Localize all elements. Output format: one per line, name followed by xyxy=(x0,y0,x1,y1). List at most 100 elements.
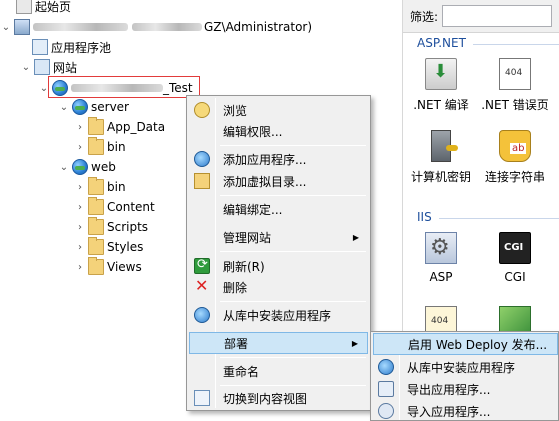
folder-icon xyxy=(88,237,104,255)
menu-separator xyxy=(220,195,366,196)
feature-label: .NET 编译 xyxy=(413,98,469,112)
chevron-right-icon[interactable]: › xyxy=(74,262,86,273)
folder-icon xyxy=(88,137,104,155)
website-globe-icon xyxy=(52,80,68,96)
chevron-down-icon[interactable]: ⌄ xyxy=(58,162,70,173)
tree-node-web-app[interactable]: ⌄ web xyxy=(58,157,116,177)
chevron-down-icon[interactable]: ⌄ xyxy=(20,62,32,73)
feature-cgi[interactable]: CGI xyxy=(477,232,553,284)
server-computer-icon xyxy=(14,19,30,35)
tree-node-label: bin xyxy=(107,180,126,194)
application-globe-icon xyxy=(72,159,88,175)
menu-item-label: 管理网站 xyxy=(223,230,272,245)
chevron-down-icon[interactable]: ⌄ xyxy=(38,83,50,94)
tree-node-label: Styles xyxy=(107,240,144,254)
menu-separator xyxy=(220,145,366,146)
chevron-right-icon[interactable]: › xyxy=(74,122,86,133)
tree-node-start-page[interactable]: 起始页 xyxy=(14,0,71,16)
menu-item-label: 编辑绑定... xyxy=(223,202,283,217)
submenu-item-export-application[interactable]: 导出应用程序... xyxy=(373,378,558,400)
folder-icon xyxy=(88,257,104,275)
tree-node-folder[interactable]: › App_Data xyxy=(74,117,165,137)
menu-item-label: 导入应用程序... xyxy=(407,404,491,419)
export-application-icon xyxy=(378,381,394,397)
tree-node-label: App_Data xyxy=(107,120,166,134)
chevron-right-icon[interactable]: › xyxy=(74,242,86,253)
feature-label: .NET 错误页 xyxy=(481,98,549,112)
menu-item-label: 从库中安装应用程序 xyxy=(223,308,332,323)
menu-item-deploy[interactable]: 部署 ▶ xyxy=(189,332,368,354)
redacted-site-name xyxy=(71,84,163,92)
section-heading-iis: IIS xyxy=(417,210,432,224)
menu-item-edit-permissions[interactable]: 编辑权限... xyxy=(189,120,368,142)
tree-node-app-pools[interactable]: 应用程序池 xyxy=(30,37,111,57)
menu-item-label: 切换到内容视图 xyxy=(223,391,308,406)
chevron-right-icon[interactable]: › xyxy=(74,142,86,153)
feature-label: CGI xyxy=(504,270,526,284)
folder-icon xyxy=(88,197,104,215)
feature-net-compilation[interactable]: .NET 编译 xyxy=(403,58,479,113)
install-from-gallery-icon xyxy=(194,307,210,323)
tree-node-site[interactable]: ⌄ _Test xyxy=(38,78,193,98)
deploy-submenu: 启用 Web Deploy 发布... 从库中安装应用程序 导出应用程序... … xyxy=(370,331,559,421)
tree-node-folder[interactable]: › bin xyxy=(74,137,126,157)
menu-separator xyxy=(220,301,366,302)
menu-item-delete[interactable]: 删除 xyxy=(189,276,368,298)
menu-item-label: 部署 xyxy=(224,336,249,351)
chevron-right-icon[interactable]: › xyxy=(74,182,86,193)
menu-item-label: 浏览 xyxy=(223,103,248,118)
add-virtual-directory-icon xyxy=(194,173,210,189)
menu-item-label: 刷新(R) xyxy=(223,259,265,274)
feature-label: ASP xyxy=(429,270,453,284)
submenu-item-enable-web-deploy[interactable]: 启用 Web Deploy 发布... xyxy=(373,333,558,355)
tree-node-label: bin xyxy=(107,140,126,154)
chevron-down-icon[interactable]: ⌄ xyxy=(0,22,12,33)
feature-asp[interactable]: ASP xyxy=(403,232,479,284)
tree-node-sites[interactable]: ⌄ 网站 xyxy=(20,57,77,77)
menu-item-refresh[interactable]: 刷新(R) xyxy=(189,255,368,277)
redacted-server-name-2 xyxy=(132,23,202,31)
folder-icon xyxy=(88,117,104,135)
submenu-item-import-application[interactable]: 导入应用程序... xyxy=(373,400,558,421)
folder-icon xyxy=(88,177,104,195)
chevron-right-icon[interactable]: › xyxy=(74,202,86,213)
filter-bar: 筛选: xyxy=(403,0,559,33)
menu-item-add-virtual-directory[interactable]: 添加虚拟目录... xyxy=(189,170,368,192)
filter-label: 筛选: xyxy=(410,9,439,24)
tree-node-folder[interactable]: › Scripts xyxy=(74,217,148,237)
tree-node-folder[interactable]: › bin xyxy=(74,177,126,197)
redacted-server-name xyxy=(33,23,128,31)
tree-node-folder[interactable]: › Content xyxy=(74,197,155,217)
section-divider xyxy=(473,44,559,45)
tree-node-folder[interactable]: › Styles xyxy=(74,237,143,257)
chevron-down-icon[interactable]: ⌄ xyxy=(58,102,70,113)
feature-net-error-pages[interactable]: .NET 错误页 xyxy=(477,58,553,113)
menu-item-switch-content-view[interactable]: 切换到内容视图 xyxy=(189,387,368,409)
feature-machine-key[interactable]: 计算机密钥 xyxy=(403,130,479,185)
menu-item-install-from-gallery[interactable]: 从库中安装应用程序 xyxy=(189,304,368,326)
menu-item-rename[interactable]: 重命名 xyxy=(189,360,368,382)
submenu-item-install-from-gallery[interactable]: 从库中安装应用程序 xyxy=(373,356,558,378)
menu-item-browse[interactable]: 浏览 xyxy=(189,99,368,121)
tree-node-label: Content xyxy=(107,200,155,214)
tree-node-label: _Test xyxy=(163,81,193,95)
tree-node-server-app[interactable]: ⌄ server xyxy=(58,97,129,117)
install-from-gallery-icon xyxy=(378,359,394,375)
filter-input[interactable] xyxy=(442,5,553,27)
tree-node-label: GZ\Administrator) xyxy=(204,20,313,34)
content-view-icon xyxy=(194,390,210,406)
menu-item-manage-website[interactable]: 管理网站 ▶ xyxy=(189,226,368,248)
tree-node-folder[interactable]: › Views xyxy=(74,257,142,277)
menu-item-edit-bindings[interactable]: 编辑绑定... xyxy=(189,198,368,220)
menu-item-label: 删除 xyxy=(223,280,248,295)
start-page-icon xyxy=(16,0,32,14)
sites-folder-icon xyxy=(34,59,50,75)
machine-key-icon xyxy=(431,130,458,162)
menu-item-add-application[interactable]: 添加应用程序... xyxy=(189,148,368,170)
chevron-right-icon[interactable]: › xyxy=(74,222,86,233)
menu-item-label: 添加虚拟目录... xyxy=(223,174,307,189)
feature-connection-strings[interactable]: 连接字符串 xyxy=(477,130,553,185)
tree-node-label: 应用程序池 xyxy=(51,40,112,55)
tree-node-server[interactable]: ⌄ GZ\Administrator) xyxy=(0,17,312,37)
folder-icon xyxy=(88,217,104,235)
